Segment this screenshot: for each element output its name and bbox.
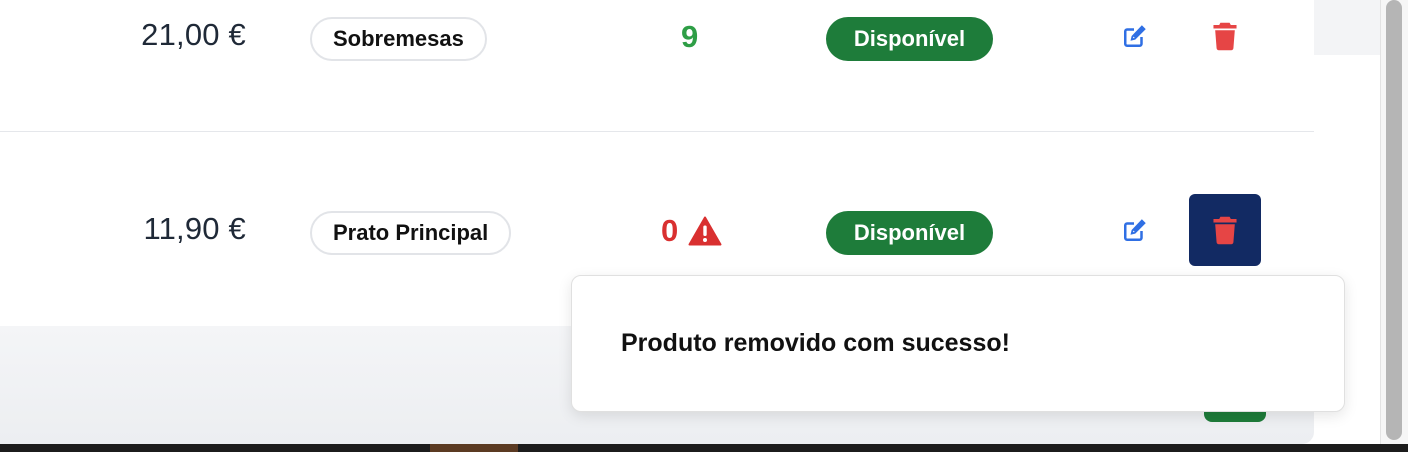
category-badge: Prato Principal bbox=[310, 211, 512, 255]
status-badge: Disponível bbox=[826, 17, 993, 61]
product-price: 11,90 € bbox=[143, 211, 246, 246]
page-background bbox=[1314, 0, 1380, 55]
scrollbar-thumb[interactable] bbox=[1386, 0, 1402, 440]
toast-notification: Produto removido com sucesso! bbox=[571, 275, 1345, 412]
table-row: 21,00 € Sobremesas 9 Disponível bbox=[0, 0, 1314, 132]
category-badge: Sobremesas bbox=[310, 17, 487, 61]
trash-icon bbox=[1213, 216, 1237, 245]
trash-icon bbox=[1213, 22, 1237, 51]
edit-button[interactable] bbox=[1116, 19, 1152, 55]
edit-icon bbox=[1124, 25, 1146, 47]
warning-icon bbox=[688, 216, 722, 246]
stock-count: 0 bbox=[661, 213, 679, 248]
stock-count: 9 bbox=[681, 19, 699, 54]
edit-button[interactable] bbox=[1116, 213, 1152, 249]
window-bottom-accent bbox=[430, 444, 518, 452]
product-price: 21,00 € bbox=[141, 17, 246, 52]
stock-value: 0 bbox=[661, 213, 722, 249]
edit-icon bbox=[1124, 219, 1146, 241]
app-viewport: 21,00 € Sobremesas 9 Disponível 11,90 € … bbox=[0, 0, 1408, 452]
toast-message: Produto removido com sucesso! bbox=[621, 329, 1010, 357]
delete-button[interactable] bbox=[1189, 0, 1261, 72]
stock-value: 9 bbox=[681, 19, 698, 55]
delete-button[interactable] bbox=[1189, 194, 1261, 266]
window-bottom-edge bbox=[0, 444, 1408, 452]
status-badge: Disponível bbox=[826, 211, 993, 255]
